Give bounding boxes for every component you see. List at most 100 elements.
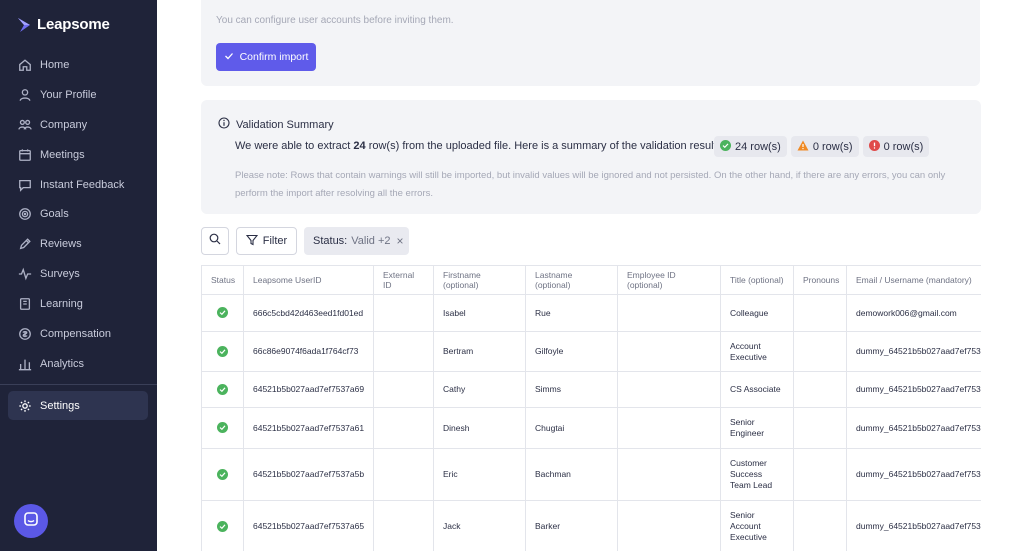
- sidebar-item-instant-feedback[interactable]: Instant Feedback: [0, 170, 157, 200]
- sidebar-item-label: Your Profile: [40, 88, 97, 101]
- warning-rows-badge: 0 row(s): [790, 136, 859, 157]
- cell-pronouns: [793, 294, 847, 332]
- status-filter-key: Status:: [313, 235, 348, 247]
- chat-icon: [18, 178, 32, 192]
- cell-email: dummy_64521b5b027aad7ef753: [846, 371, 981, 408]
- cell-pronouns: [793, 371, 847, 408]
- support-chat-button[interactable]: [14, 504, 48, 538]
- clear-filter-icon[interactable]: ×: [397, 234, 404, 248]
- leapsome-logo-icon: [17, 17, 31, 33]
- import-table: Status Leapsome UserID External ID First…: [201, 265, 981, 551]
- cell-external-id: [373, 371, 434, 408]
- valid-rows-count: 24 row(s): [735, 140, 781, 153]
- validation-text-after: row(s) from the uploaded file. Here is a…: [365, 140, 726, 152]
- confirm-import-label: Confirm import: [239, 51, 309, 63]
- cell-lastname: Barker: [525, 500, 618, 551]
- row-status: [201, 371, 244, 408]
- sidebar-item-company[interactable]: Company: [0, 110, 157, 140]
- warning-rows-count: 0 row(s): [812, 140, 853, 153]
- sidebar-item-meetings[interactable]: Meetings: [0, 140, 157, 170]
- import-card: You can configure user accounts before i…: [201, 0, 980, 86]
- home-icon: [18, 58, 32, 72]
- cell-pronouns: [793, 331, 847, 372]
- main-nav: Home Your Profile Company Meetings Insta…: [0, 50, 157, 379]
- validation-badges: 24 row(s) 0 row(s) 0 row(s): [714, 136, 930, 157]
- row-status: [201, 500, 244, 551]
- column-header: Employee ID (optional): [617, 265, 721, 295]
- leapsome-logo[interactable]: Leapsome: [17, 16, 110, 33]
- sidebar-item-label: Settings: [40, 399, 80, 412]
- column-header: External ID: [373, 265, 434, 295]
- valid-rows-badge: 24 row(s): [714, 136, 787, 157]
- gear-icon: [18, 399, 32, 413]
- check-circle-icon: [217, 307, 228, 318]
- column-header: Status: [201, 265, 244, 295]
- cell-user-id: 64521b5b027aad7ef7537a65: [243, 500, 374, 551]
- column-header: Title (optional): [720, 265, 794, 295]
- cell-pronouns: [793, 500, 847, 551]
- app-name: Leapsome: [37, 16, 110, 33]
- sidebar-item-learning[interactable]: Learning: [0, 289, 157, 319]
- row-status: [201, 448, 244, 501]
- cell-pronouns: [793, 407, 847, 449]
- cell-external-id: [373, 331, 434, 372]
- import-table-container[interactable]: Status Leapsome UserID External ID First…: [201, 265, 981, 551]
- cell-employee-id: [617, 407, 721, 449]
- cell-lastname: Bachman: [525, 448, 618, 501]
- cell-title: Account Executive: [720, 331, 794, 372]
- cell-firstname: Bertram: [433, 331, 526, 372]
- info-icon: [218, 117, 230, 132]
- filter-button[interactable]: Filter: [236, 227, 297, 255]
- cell-title: Customer Success Team Lead: [720, 448, 794, 501]
- warning-icon: [797, 140, 809, 154]
- status-filter-chip[interactable]: Status: Valid +2 ×: [304, 227, 409, 255]
- calendar-icon: [18, 148, 32, 162]
- sidebar-item-analytics[interactable]: Analytics: [0, 349, 157, 379]
- search-icon: [209, 232, 221, 250]
- check-circle-icon: [217, 422, 228, 433]
- confirm-import-button[interactable]: Confirm import: [216, 43, 316, 71]
- cell-title: Senior Engineer: [720, 407, 794, 449]
- cell-firstname: Dinesh: [433, 407, 526, 449]
- pencil-icon: [18, 237, 32, 251]
- sidebar-item-settings[interactable]: Settings: [8, 391, 148, 420]
- search-button[interactable]: [201, 227, 229, 255]
- cell-employee-id: [617, 331, 721, 372]
- import-hint: You can configure user accounts before i…: [216, 15, 454, 26]
- cell-firstname: Eric: [433, 448, 526, 501]
- cell-lastname: Chugtai: [525, 407, 618, 449]
- validation-title-row: Validation Summary: [218, 117, 334, 132]
- table-row[interactable]: 64521b5b027aad7ef7537a65 Jack Barker Sen…: [201, 500, 981, 551]
- sidebar-item-your-profile[interactable]: Your Profile: [0, 80, 157, 110]
- table-row[interactable]: 64521b5b027aad7ef7537a69 Cathy Simms CS …: [201, 371, 981, 408]
- cell-lastname: Gilfoyle: [525, 331, 618, 372]
- cell-firstname: Jack: [433, 500, 526, 551]
- cell-external-id: [373, 500, 434, 551]
- cell-title: CS Associate: [720, 371, 794, 408]
- table-row[interactable]: 66c86e9074f6ada1f764cf73 Bertram Gilfoyl…: [201, 331, 981, 372]
- sidebar-item-surveys[interactable]: Surveys: [0, 259, 157, 289]
- sidebar-item-compensation[interactable]: Compensation: [0, 319, 157, 349]
- cell-email: dummy_64521b5b027aad7ef753: [846, 448, 981, 501]
- column-header: Firstname (optional): [433, 265, 526, 295]
- table-row[interactable]: 666c5cbd42d463eed1fd01ed Isabel Rue Coll…: [201, 294, 981, 332]
- cell-external-id: [373, 294, 434, 332]
- row-status: [201, 331, 244, 372]
- cell-firstname: Isabel: [433, 294, 526, 332]
- validation-summary-text: We were able to extract 24 row(s) from t…: [235, 140, 725, 152]
- sidebar-item-label: Goals: [40, 208, 69, 221]
- cell-email: dummy_64521b5b027aad7ef753: [846, 500, 981, 551]
- column-header: Leapsome UserID: [243, 265, 374, 295]
- validation-note: Please note: Rows that contain warnings …: [235, 170, 946, 199]
- check-icon: [224, 51, 234, 64]
- target-icon: [18, 207, 32, 221]
- sidebar-item-label: Compensation: [40, 327, 111, 340]
- table-row[interactable]: 64521b5b027aad7ef7537a5b Eric Bachman Cu…: [201, 448, 981, 501]
- sidebar-item-goals[interactable]: Goals: [0, 199, 157, 229]
- table-row[interactable]: 64521b5b027aad7ef7537a61 Dinesh Chugtai …: [201, 407, 981, 449]
- cell-external-id: [373, 448, 434, 501]
- error-icon: [868, 139, 880, 154]
- sidebar: Leapsome Home Your Profile Company Meeti…: [0, 0, 157, 551]
- sidebar-item-reviews[interactable]: Reviews: [0, 229, 157, 259]
- sidebar-item-home[interactable]: Home: [0, 50, 157, 80]
